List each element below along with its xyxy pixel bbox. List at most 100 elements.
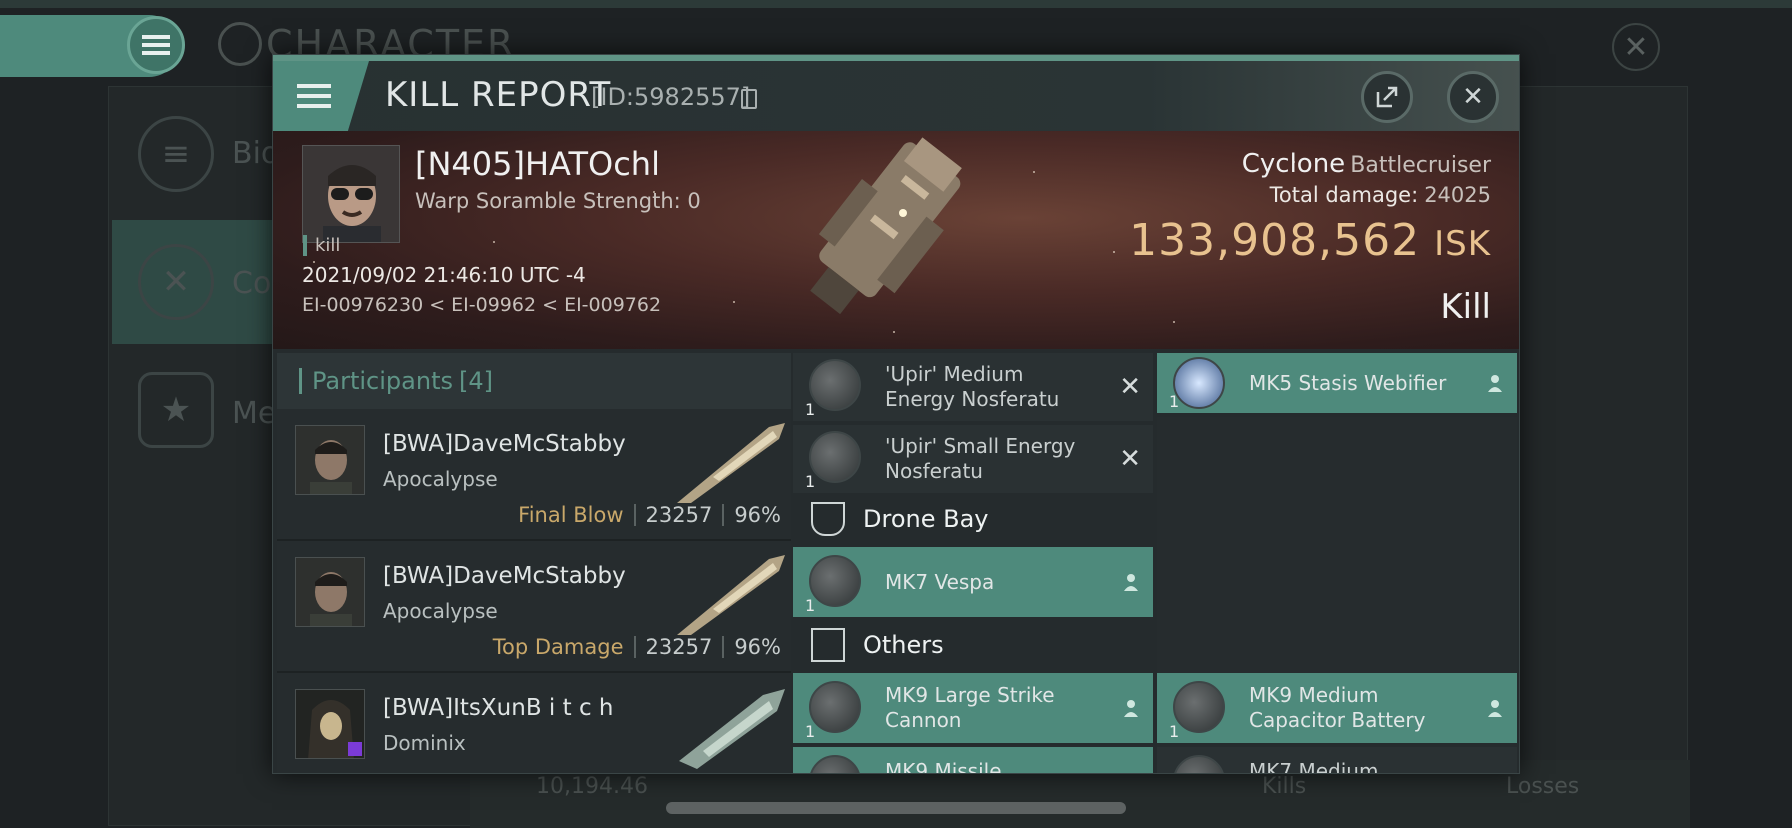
sidebar-item-label[interactable]: Me xyxy=(232,396,276,431)
item-row[interactable]: 1 'Upir' Small Energy Nosferatu ✕ xyxy=(793,425,1153,493)
final-blow-tag: Final Blow xyxy=(518,503,624,527)
item-quantity: 1 xyxy=(1169,392,1180,411)
participant-ship-image xyxy=(677,423,785,503)
item-quantity: 1 xyxy=(805,596,816,615)
ship-name[interactable]: Cyclone xyxy=(1242,149,1345,179)
participant-name[interactable]: [BWA]ItsXunB i t c h xyxy=(383,695,613,721)
others-header: Others xyxy=(793,621,1153,669)
item-quantity: 1 xyxy=(805,472,816,491)
swords-icon: ✕ xyxy=(138,244,214,320)
kill-location[interactable]: EI-00976230 < EI-09962 < EI-009762 xyxy=(302,294,661,316)
drone-bay-header: Drone Bay xyxy=(793,495,1153,543)
kills-tab[interactable]: Kills xyxy=(1262,774,1306,799)
item-row[interactable]: 1 'Upir' Medium Energy Nosferatu ✕ xyxy=(793,353,1153,421)
losses-tab[interactable]: Losses xyxy=(1506,774,1579,799)
item-name: 'Upir' Small Energy Nosferatu xyxy=(885,434,1076,483)
participant-damage: 23257 xyxy=(645,635,713,659)
participant-ship: Apocalypse xyxy=(383,599,498,623)
kill-datetime: 2021/09/02 21:46:10 UTC -4 xyxy=(302,263,586,287)
section-title: Others xyxy=(863,631,944,659)
participant-row[interactable]: [BWA]ItsXunB i t c h Dominix xyxy=(277,673,791,773)
stasis-webifier-icon xyxy=(1173,357,1225,409)
participant-name[interactable]: [BWA]DaveMcStabby xyxy=(383,563,626,589)
participants-header[interactable]: Participants [4] xyxy=(277,353,791,409)
participant-name[interactable]: [BWA]DaveMcStabby xyxy=(383,431,626,457)
participant-ship: Apocalypse xyxy=(383,467,498,491)
cargo-box-icon xyxy=(811,628,845,662)
item-name: MK7 Vespa xyxy=(885,569,995,594)
sidebar-item-label[interactable]: Co xyxy=(232,266,271,301)
item-quantity: 1 xyxy=(805,400,816,419)
close-button[interactable]: ✕ xyxy=(1447,71,1499,123)
external-link-icon xyxy=(1376,86,1398,108)
menu-icon: ≡ xyxy=(138,116,214,192)
victim-ship-image xyxy=(810,137,962,315)
participants-panel: Participants [4] [BWA]DaveMcStabby Apoca… xyxy=(277,353,791,773)
item-quantity: 1 xyxy=(1169,722,1180,741)
participant-ship-image xyxy=(679,689,785,769)
participant-row[interactable]: [BWA]DaveMcStabby Apocalypse Final Blow … xyxy=(277,409,791,541)
module-icon xyxy=(1173,755,1225,773)
character-portrait-image xyxy=(303,146,399,242)
item-quantity: 1 xyxy=(805,722,816,741)
item-row[interactable]: 1 MK9 Large Strike Cannon xyxy=(793,673,1153,743)
capacitor-battery-icon xyxy=(1173,681,1225,733)
item-row[interactable]: 1 MK5 Stasis Webifier xyxy=(1157,353,1517,413)
character-icon xyxy=(218,22,262,66)
participant-portrait[interactable] xyxy=(295,557,365,627)
user-icon xyxy=(1488,700,1502,717)
kill-result: Kill xyxy=(1440,287,1491,327)
user-icon xyxy=(1488,375,1502,392)
item-name: MK7 Medium xyxy=(1249,759,1379,774)
participant-ship-image xyxy=(677,555,785,635)
item-row[interactable]: 1 MK9 Medium Capacitor Battery xyxy=(1157,673,1517,743)
participant-percent: 96% xyxy=(734,635,781,659)
missile-launcher-icon xyxy=(809,755,861,773)
items-panel: 1 'Upir' Medium Energy Nosferatu ✕ 1 'Up… xyxy=(793,353,1519,774)
strike-cannon-icon xyxy=(809,681,861,733)
hamburger-icon xyxy=(142,35,170,55)
copy-icon[interactable] xyxy=(741,89,757,109)
top-damage-tag: Top Damage xyxy=(492,635,624,659)
character-portrait-image xyxy=(296,426,364,494)
item-row[interactable]: MK9 Missile xyxy=(793,747,1153,774)
ship-info: Cyclone Battlecruiser xyxy=(1242,149,1491,179)
participant-portrait[interactable] xyxy=(295,425,365,495)
total-damage-label: Total damage: xyxy=(1269,183,1419,207)
item-name: MK5 Stasis Webifier xyxy=(1249,370,1447,395)
victim-name[interactable]: [N405]HATOchl xyxy=(415,145,660,183)
close-icon[interactable]: ✕ xyxy=(1612,23,1660,71)
destroyed-icon: ✕ xyxy=(1119,372,1141,402)
participant-portrait[interactable] xyxy=(295,689,365,759)
main-menu-button[interactable] xyxy=(127,16,185,74)
victim-portrait[interactable] xyxy=(302,145,400,243)
horizontal-scrollbar[interactable] xyxy=(666,802,1126,814)
item-row[interactable]: MK7 Medium xyxy=(1157,747,1517,774)
modal-menu-button[interactable] xyxy=(273,61,369,131)
hamburger-icon xyxy=(297,84,331,108)
item-name: 'Upir' Medium Energy Nosferatu xyxy=(885,362,1060,411)
app-root: CHARACTER ✕ ≡ Bio ✕ Co ★ Me 10,194.46 Ki… xyxy=(0,0,1792,828)
modal-title: KILL REPORT xyxy=(385,75,612,115)
kill-report-modal: KILL REPORT [ID:5982557] ✕ [N405]HATOchl… xyxy=(272,54,1520,774)
energy-nosferatu-icon xyxy=(809,431,861,483)
user-icon xyxy=(1124,574,1138,591)
participant-percent: 96% xyxy=(734,503,781,527)
item-row[interactable]: 1 MK7 Vespa xyxy=(793,547,1153,617)
section-title: Drone Bay xyxy=(863,505,989,533)
close-icon: ✕ xyxy=(1462,82,1484,112)
character-portrait-image xyxy=(296,558,364,626)
item-name: MK9 Missile xyxy=(885,759,1002,774)
participant-stats: Top Damage 23257 96% xyxy=(493,635,781,659)
participant-row[interactable]: [BWA]DaveMcStabby Apocalypse Top Damage … xyxy=(277,541,791,673)
item-name: MK9 Medium Capacitor Battery xyxy=(1249,683,1426,732)
share-button[interactable] xyxy=(1361,71,1413,123)
user-icon xyxy=(1124,700,1138,717)
item-name: MK9 Large Strike Cannon xyxy=(885,683,1055,732)
destroyed-icon: ✕ xyxy=(1119,444,1141,474)
isk-amount: 133,908,562 xyxy=(1129,215,1421,266)
participant-damage: 23257 xyxy=(645,503,713,527)
victim-banner: [N405]HATOchl Warp Soramble Strength: 0 … xyxy=(273,131,1519,349)
energy-nosferatu-icon xyxy=(809,359,861,411)
character-portrait-image xyxy=(296,690,364,758)
